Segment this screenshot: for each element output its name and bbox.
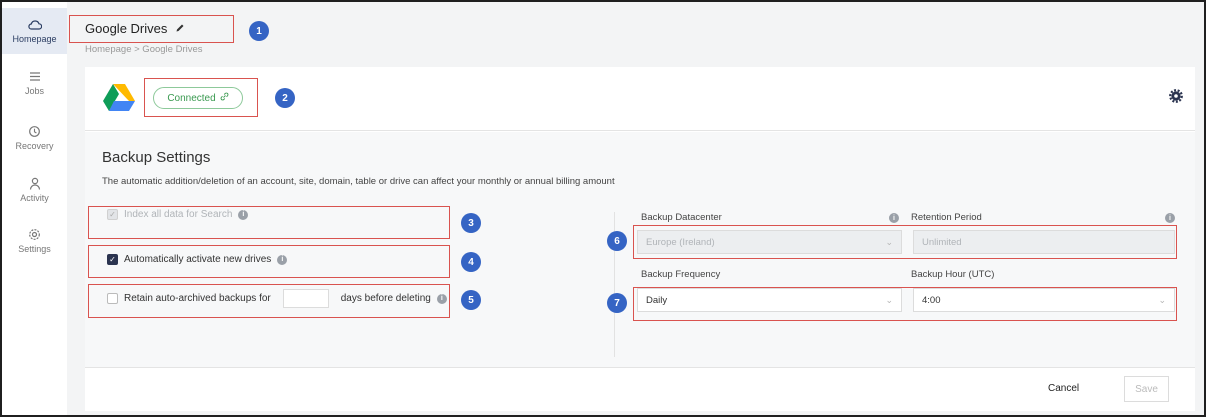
save-button[interactable]: Save	[1124, 376, 1169, 402]
annotation-box-7	[633, 287, 1177, 321]
cancel-button[interactable]: Cancel	[1048, 383, 1079, 394]
list-icon	[27, 68, 43, 84]
annotation-box-4	[88, 245, 450, 278]
sidebar-item-recovery[interactable]: Recovery	[2, 123, 67, 151]
annotation-badge-6: 6	[607, 231, 627, 251]
annotation-box-1	[69, 15, 234, 43]
annotation-badge-5: 5	[461, 290, 481, 310]
backup-hour-label: Backup Hour (UTC)	[911, 269, 995, 280]
sidebar: Homepage Jobs Recovery Activity Settings	[2, 2, 67, 415]
annotation-box-3	[88, 206, 450, 239]
sidebar-item-label: Homepage	[12, 34, 57, 44]
billing-notice: The automatic addition/deletion of an ac…	[102, 176, 615, 187]
sidebar-item-label: Settings	[18, 244, 51, 254]
annotation-box-2	[144, 78, 258, 117]
info-icon: i	[1165, 213, 1175, 223]
retention-period-label: Retention Period	[911, 212, 982, 223]
recovery-icon	[27, 123, 43, 139]
sidebar-item-settings[interactable]: Settings	[2, 226, 67, 254]
cloud-icon	[27, 16, 43, 32]
backup-settings-title: Backup Settings	[102, 149, 211, 166]
sidebar-item-activity[interactable]: Activity	[2, 175, 67, 203]
sidebar-item-label: Jobs	[24, 86, 44, 96]
annotation-badge-1: 1	[249, 21, 269, 41]
card-footer: Cancel Save	[85, 367, 1195, 411]
annotation-badge-3: 3	[461, 213, 481, 233]
backup-frequency-label: Backup Frequency	[641, 269, 721, 280]
settings-gear-icon[interactable]	[1169, 89, 1185, 105]
sidebar-item-label: Activity	[20, 193, 49, 203]
annotation-box-6	[633, 225, 1177, 259]
sidebar-item-label: Recovery	[15, 141, 54, 151]
sidebar-item-jobs[interactable]: Jobs	[2, 68, 67, 96]
info-icon: i	[889, 213, 899, 223]
google-drive-logo-icon	[103, 84, 135, 117]
annotation-badge-2: 2	[275, 88, 295, 108]
breadcrumb[interactable]: Homepage > Google Drives	[85, 44, 203, 55]
annotation-badge-7: 7	[607, 293, 627, 313]
gear-icon	[27, 226, 43, 242]
person-icon	[27, 175, 43, 191]
annotation-badge-4: 4	[461, 252, 481, 272]
sidebar-item-homepage[interactable]: Homepage	[2, 8, 67, 54]
annotation-box-5	[88, 284, 450, 318]
backup-datacenter-label: Backup Datacenter	[641, 212, 722, 223]
